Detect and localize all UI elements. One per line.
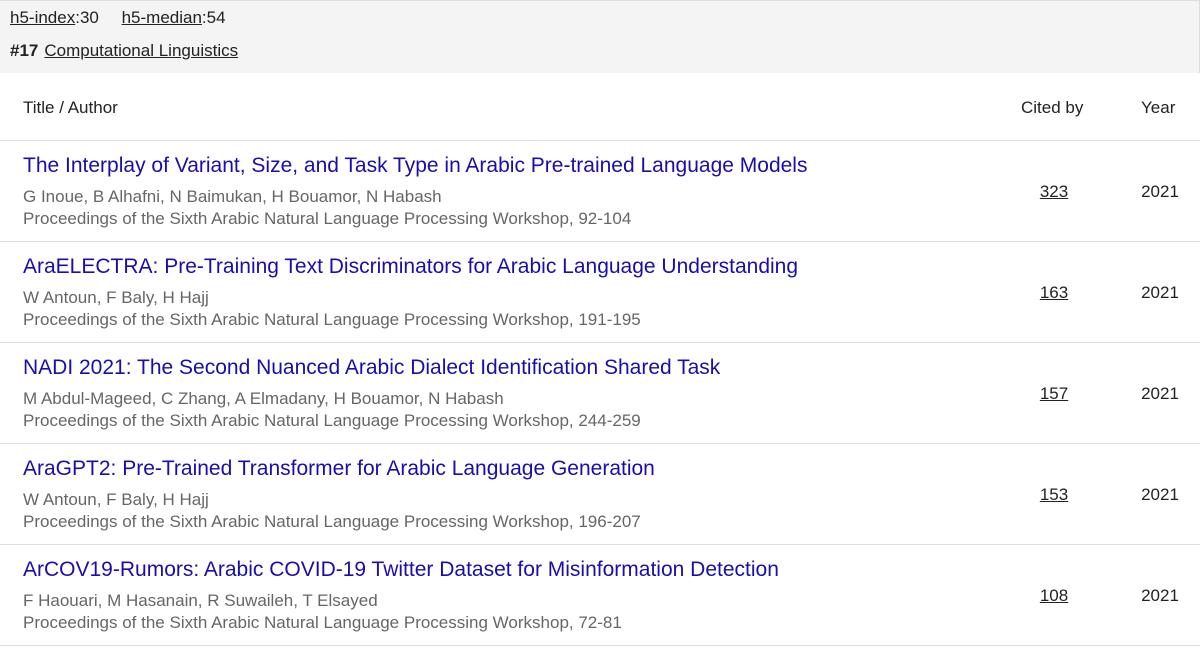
cited-by-link[interactable]: 323 xyxy=(1010,182,1098,202)
publication-year: 2021 xyxy=(1141,182,1179,201)
category-link[interactable]: Computational Linguistics xyxy=(44,41,238,60)
publication-year: 2021 xyxy=(1141,283,1179,302)
publication-year: 2021 xyxy=(1141,485,1179,504)
category-line: #17 Computational Linguistics xyxy=(10,41,238,61)
h5-median-link[interactable]: h5-median xyxy=(122,8,202,27)
metrics-bar: h5-index:30 h5-median:54 #17 Computationa… xyxy=(0,0,1200,73)
publication-venue: Proceedings of the Sixth Arabic Natural … xyxy=(23,512,641,531)
publication-year: 2021 xyxy=(1141,586,1179,605)
publication-title-link[interactable]: AraGPT2: Pre-Trained Transformer for Ara… xyxy=(23,457,655,481)
h5-index-link[interactable]: h5-index xyxy=(10,8,75,27)
publication-authors: W Antoun, F Baly, H Hajj xyxy=(23,288,209,307)
table-header: Title / Author Cited by Year xyxy=(0,73,1200,141)
publication-authors: F Haouari, M Hasanain, R Suwaileh, T Els… xyxy=(23,591,378,610)
metrics-line: h5-index:30 h5-median:54 xyxy=(10,8,244,28)
publication-venue: Proceedings of the Sixth Arabic Natural … xyxy=(23,310,641,329)
publication-venue: Proceedings of the Sixth Arabic Natural … xyxy=(23,209,632,228)
title-author-header: Title / Author xyxy=(23,98,118,117)
table-row: NADI 2021: The Second Nuanced Arabic Dia… xyxy=(0,343,1200,444)
publication-title-link[interactable]: NADI 2021: The Second Nuanced Arabic Dia… xyxy=(23,356,720,380)
publication-venue: Proceedings of the Sixth Arabic Natural … xyxy=(23,613,622,632)
publication-authors: W Antoun, F Baly, H Hajj xyxy=(23,490,209,509)
table-row: The Interplay of Variant, Size, and Task… xyxy=(0,141,1200,242)
publication-title-link[interactable]: AraELECTRA: Pre-Training Text Discrimina… xyxy=(23,255,798,279)
year-header: Year xyxy=(1141,98,1176,117)
table-row: AraELECTRA: Pre-Training Text Discrimina… xyxy=(0,242,1200,343)
publication-authors: M Abdul-Mageed, C Zhang, A Elmadany, H B… xyxy=(23,389,504,408)
publication-title-link[interactable]: The Interplay of Variant, Size, and Task… xyxy=(23,154,807,178)
table-row: AraGPT2: Pre-Trained Transformer for Ara… xyxy=(0,444,1200,545)
publication-authors: G Inoue, B Alhafni, N Baimukan, H Bouamo… xyxy=(23,187,442,206)
cited-by-link[interactable]: 153 xyxy=(1010,485,1098,505)
category-rank: #17 xyxy=(10,41,39,60)
publication-list: The Interplay of Variant, Size, and Task… xyxy=(0,141,1200,646)
h5-median-value: :54 xyxy=(201,8,226,27)
h5-index-metric: h5-index:30 xyxy=(10,8,99,27)
publication-year: 2021 xyxy=(1141,384,1179,403)
cited-by-header: Cited by xyxy=(1021,98,1084,117)
publication-title-link[interactable]: ArCOV19-Rumors: Arabic COVID-19 Twitter … xyxy=(23,558,779,582)
h5-index-value: :30 xyxy=(75,8,99,27)
cited-by-link[interactable]: 157 xyxy=(1010,384,1098,404)
h5-median-metric: h5-median:54 xyxy=(122,8,226,27)
cited-by-link[interactable]: 163 xyxy=(1010,283,1098,303)
cited-by-link[interactable]: 108 xyxy=(1010,586,1098,606)
table-row: ArCOV19-Rumors: Arabic COVID-19 Twitter … xyxy=(0,545,1200,646)
publication-venue: Proceedings of the Sixth Arabic Natural … xyxy=(23,411,641,430)
